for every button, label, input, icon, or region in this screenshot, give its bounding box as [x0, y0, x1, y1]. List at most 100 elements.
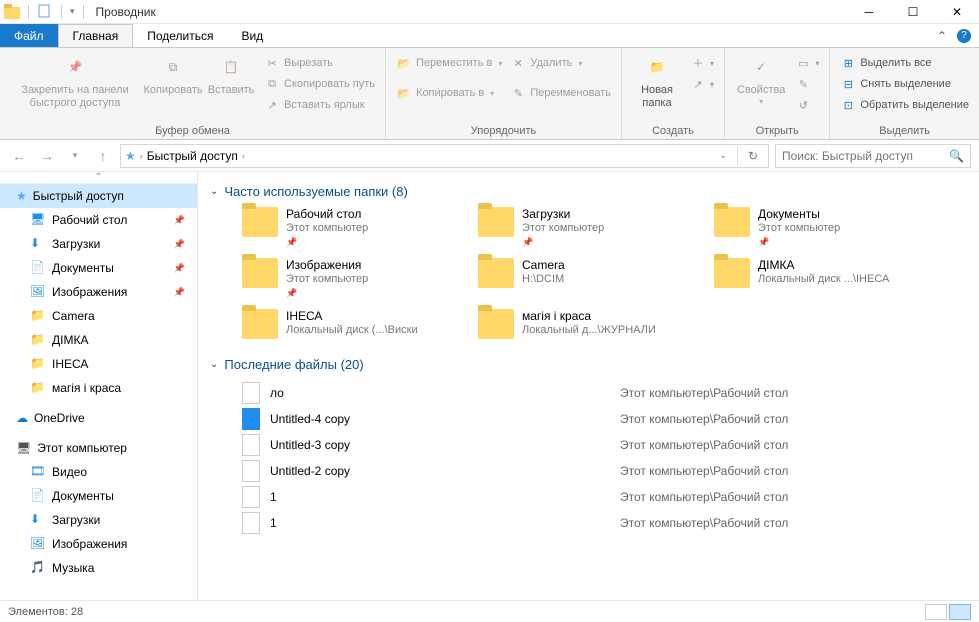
minimize-button[interactable]: ─	[847, 0, 891, 24]
copy-button[interactable]: ⧉ Копировать	[144, 50, 202, 97]
help-icon[interactable]: ?	[957, 29, 971, 43]
search-input[interactable]	[782, 149, 949, 163]
status-bar: Элементов: 28	[0, 600, 979, 622]
section-recent-files[interactable]: ⌄ Последние файлы (20)	[210, 357, 967, 372]
folder-item[interactable]: ДокументыЭтот компьютер📌	[714, 207, 934, 248]
library-icon: ⬇	[30, 512, 46, 528]
properties-button[interactable]: ✓ Свойства ▾	[731, 50, 791, 106]
new-folder-icon: 📁	[643, 54, 671, 82]
pin-icon: 📌	[174, 287, 185, 298]
folder-item[interactable]: ІНЕСАЛокальный диск (...\Виски	[242, 309, 462, 339]
folder-icon	[478, 258, 514, 288]
close-button[interactable]: ✕	[935, 0, 979, 24]
select-none-icon: ⊟	[840, 76, 856, 92]
edit-button[interactable]: ✎	[793, 75, 821, 93]
pin-icon: 📌	[174, 215, 185, 226]
file-row[interactable]: Untitled-4 copyЭтот компьютер\Рабочий ст…	[242, 406, 967, 432]
invert-selection-button[interactable]: ⊡Обратить выделение	[838, 96, 971, 114]
folder-item[interactable]: CameraH:\DCIM	[478, 258, 698, 299]
tab-share[interactable]: Поделиться	[133, 24, 227, 47]
invert-icon: ⊡	[840, 97, 856, 113]
cut-button[interactable]: ✂Вырезать	[262, 54, 377, 72]
tree-item[interactable]: 📄Документы	[14, 484, 197, 508]
rename-button[interactable]: ✎Переименовать	[508, 84, 613, 102]
copy-path-button[interactable]: ⧉Скопировать путь	[262, 75, 377, 93]
new-folder-button[interactable]: 📁 Новая папка	[628, 50, 686, 109]
view-large-icons-button[interactable]	[949, 604, 971, 620]
ribbon-tabs: Файл Главная Поделиться Вид ⌃ ?	[0, 24, 979, 48]
paste-shortcut-button[interactable]: ↗Вставить ярлык	[262, 96, 377, 114]
tree-item[interactable]: 🖼Изображения📌	[14, 280, 197, 304]
search-box[interactable]: 🔍	[775, 144, 971, 168]
select-all-button[interactable]: ⊞Выделить все	[838, 54, 971, 72]
tree-item[interactable]: ⬇Загрузки	[14, 508, 197, 532]
tree-item[interactable]: 🎵Музыка	[14, 556, 197, 580]
tree-item[interactable]: 📄Документы📌	[14, 256, 197, 280]
file-row[interactable]: 1Этот компьютер\Рабочий стол	[242, 510, 967, 536]
tab-file[interactable]: Файл	[0, 24, 58, 47]
refresh-button[interactable]: ↻	[742, 149, 764, 163]
move-to-button[interactable]: 📂Переместить в▾	[394, 54, 504, 72]
forward-button[interactable]: →	[36, 145, 58, 167]
folder-icon: 📁	[30, 332, 46, 348]
file-row[interactable]: Untitled-3 copyЭтот компьютер\Рабочий ст…	[242, 432, 967, 458]
maximize-button[interactable]: ☐	[891, 0, 935, 24]
folder-item[interactable]: ИзображенияЭтот компьютер📌	[242, 258, 462, 299]
file-row[interactable]: Untitled-2 copyЭтот компьютер\Рабочий ст…	[242, 458, 967, 484]
navigation-tree: ⌃ ★ Быстрый доступ 🖥Рабочий стол📌⬇Загруз…	[0, 172, 198, 600]
open-button[interactable]: ▭▾	[793, 54, 821, 72]
tree-onedrive[interactable]: ☁ OneDrive	[0, 406, 197, 430]
delete-icon: ✕	[510, 55, 526, 71]
tree-item[interactable]: 📁Camera	[14, 304, 197, 328]
folder-icon	[714, 207, 750, 237]
quick-access-toolbar: ▾	[0, 4, 88, 20]
tab-view[interactable]: Вид	[227, 24, 277, 47]
select-none-button[interactable]: ⊟Снять выделение	[838, 75, 971, 93]
paste-button[interactable]: 📋 Вставить	[202, 50, 260, 97]
easy-access-button[interactable]: ↗▾	[688, 75, 716, 93]
tree-item[interactable]: 🖥Рабочий стол📌	[14, 208, 197, 232]
onedrive-icon: ☁	[16, 411, 28, 425]
new-item-button[interactable]: ＋▾	[688, 54, 716, 72]
folder-item[interactable]: магія і красаЛокальный д...\ЖУРНАЛИ	[478, 309, 698, 339]
copy-icon: ⧉	[159, 54, 187, 82]
tree-item[interactable]: ⬇Загрузки📌	[14, 232, 197, 256]
tree-item[interactable]: 📁магія і краса	[14, 376, 197, 400]
qat-dropdown-icon[interactable]: ▾	[70, 6, 75, 17]
folder-item[interactable]: Рабочий столЭтот компьютер📌	[242, 207, 462, 248]
folder-item[interactable]: ЗагрузкиЭтот компьютер📌	[478, 207, 698, 248]
tree-quick-access[interactable]: ★ Быстрый доступ	[0, 184, 197, 208]
search-icon[interactable]: 🔍	[949, 149, 964, 163]
address-dropdown-icon[interactable]: ⌄	[713, 150, 733, 161]
tree-item[interactable]: 🎞Видео	[14, 460, 197, 484]
tree-item[interactable]: 🖼Изображения	[14, 532, 197, 556]
group-clipboard-label: Буфер обмена	[6, 123, 379, 139]
qat-file-icon[interactable]	[37, 4, 53, 20]
address-bar[interactable]: ★ › Быстрый доступ › ⌄ ↻	[120, 144, 769, 168]
history-button[interactable]: ↺	[793, 96, 821, 114]
tree-item[interactable]: 📁ІНЕСА	[14, 352, 197, 376]
tab-home[interactable]: Главная	[58, 24, 134, 47]
tree-this-pc[interactable]: 🖥 Этот компьютер	[0, 436, 197, 460]
file-icon	[242, 408, 260, 430]
view-details-button[interactable]	[925, 604, 947, 620]
library-icon: 🎵	[30, 560, 46, 576]
file-row[interactable]: 1Этот компьютер\Рабочий стол	[242, 484, 967, 510]
file-icon	[242, 512, 260, 534]
tree-scroll-up[interactable]: ⌃	[0, 172, 197, 184]
paste-icon: 📋	[217, 54, 245, 82]
back-button[interactable]: ←	[8, 145, 30, 167]
recent-locations-button[interactable]: ▾	[64, 145, 86, 167]
section-frequent-folders[interactable]: ⌄ Часто используемые папки (8)	[210, 184, 967, 199]
folder-icon: 🖥	[30, 212, 46, 228]
delete-button[interactable]: ✕Удалить▾	[508, 54, 613, 72]
file-row[interactable]: лоЭтот компьютер\Рабочий стол	[242, 380, 967, 406]
collapse-ribbon-icon[interactable]: ⌃	[937, 29, 947, 43]
copy-to-button[interactable]: 📂Копировать в▾	[394, 84, 504, 102]
tree-item[interactable]: 📁ДІМКА	[14, 328, 197, 352]
breadcrumb-root[interactable]: Быстрый доступ	[147, 149, 238, 163]
folder-item[interactable]: ДІМКАЛокальный диск ...\ІНЕСА	[714, 258, 934, 299]
pin-quickaccess-button[interactable]: 📌 Закрепить на панели быстрого доступа	[6, 50, 144, 109]
pin-icon: 📌	[174, 263, 185, 274]
up-button[interactable]: ↑	[92, 145, 114, 167]
